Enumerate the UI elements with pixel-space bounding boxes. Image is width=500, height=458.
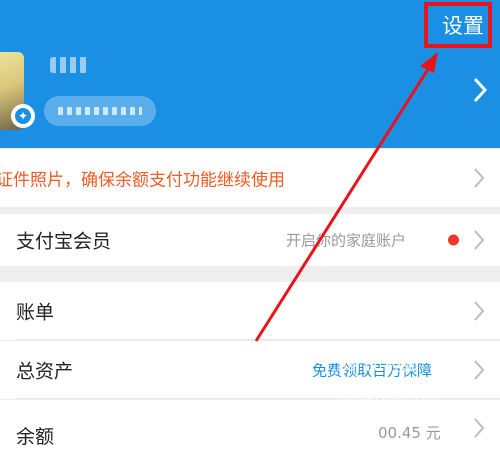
annotation-arrow — [254, 52, 438, 342]
